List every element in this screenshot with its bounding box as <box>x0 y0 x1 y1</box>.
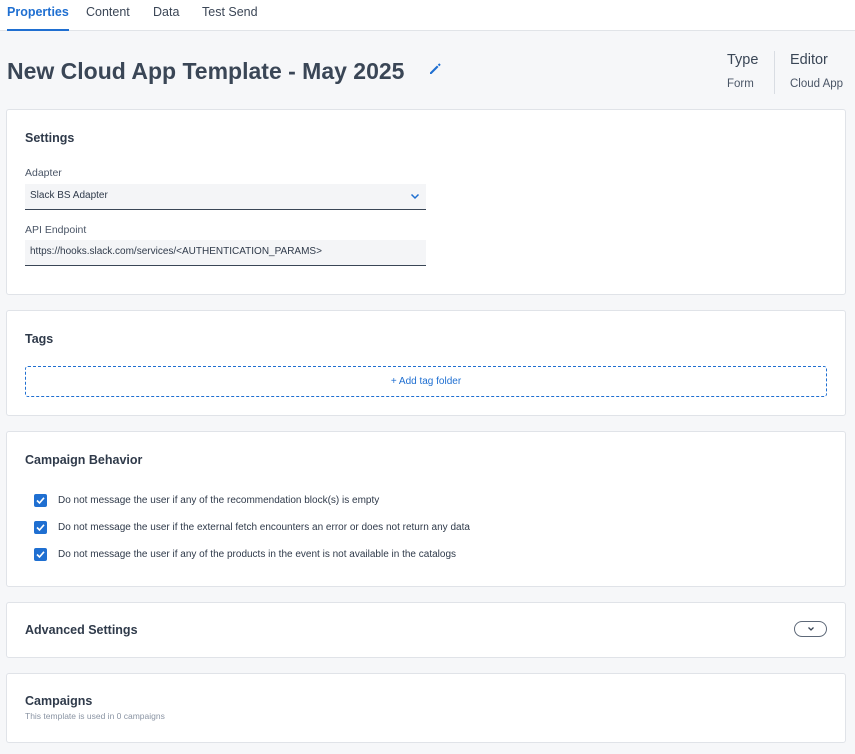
adapter-value: Slack BS Adapter <box>30 190 108 201</box>
expand-advanced-button[interactable] <box>794 621 827 637</box>
behavior-option-label: Do not message the user if the external … <box>58 522 470 533</box>
tags-title: Tags <box>25 332 54 346</box>
campaigns-title: Campaigns <box>25 694 93 708</box>
tab-content[interactable]: Content <box>86 5 130 31</box>
pencil-icon <box>430 63 441 74</box>
settings-title: Settings <box>25 131 75 145</box>
adapter-select[interactable]: Slack BS Adapter <box>25 184 426 210</box>
edit-title-button[interactable] <box>428 62 446 80</box>
adapter-label: Adapter <box>25 167 62 179</box>
tab-properties[interactable]: Properties <box>7 5 69 31</box>
chevron-down-icon <box>410 193 420 200</box>
tab-bar: Properties Content Data Test Send <box>0 0 855 31</box>
advanced-settings-card[interactable]: Advanced Settings <box>6 602 846 658</box>
checkmark-icon <box>36 524 45 532</box>
type-value: Form <box>727 78 754 90</box>
type-meta: Type Form <box>727 52 758 90</box>
behavior-checkbox[interactable] <box>34 548 47 561</box>
add-tag-folder-button[interactable]: + Add tag folder <box>25 366 827 397</box>
campaigns-usage-text: This template is used in 0 campaigns <box>25 711 165 721</box>
editor-value: Cloud App <box>790 78 844 90</box>
settings-card: Settings Adapter Slack BS Adapter API En… <box>6 109 846 295</box>
checkmark-icon <box>36 497 45 505</box>
checkmark-icon <box>36 551 45 559</box>
behavior-option-label: Do not message the user if any of the re… <box>58 495 380 506</box>
behavior-checkbox[interactable] <box>34 521 47 534</box>
chevron-down-icon <box>808 627 814 631</box>
editor-meta: Editor Cloud App <box>790 52 843 90</box>
endpoint-input[interactable]: https://hooks.slack.com/services/<AUTHEN… <box>25 240 426 266</box>
tab-data[interactable]: Data <box>153 5 179 31</box>
editor-label: Editor <box>790 52 828 68</box>
campaigns-card: Campaigns This template is used in 0 cam… <box>6 673 846 743</box>
advanced-settings-title: Advanced Settings <box>25 623 138 637</box>
tags-card: Tags + Add tag folder <box>6 310 846 416</box>
campaign-behavior-title: Campaign Behavior <box>25 453 143 467</box>
endpoint-label: API Endpoint <box>25 224 87 236</box>
campaign-behavior-card: Campaign Behavior Do not message the use… <box>6 431 846 587</box>
behavior-option-label: Do not message the user if any of the pr… <box>58 549 457 560</box>
type-label: Type <box>727 52 759 68</box>
meta-divider <box>774 51 775 94</box>
page-title: New Cloud App Template - May 2025 <box>7 58 405 84</box>
tab-test-send[interactable]: Test Send <box>202 5 258 31</box>
behavior-checkbox[interactable] <box>34 494 47 507</box>
